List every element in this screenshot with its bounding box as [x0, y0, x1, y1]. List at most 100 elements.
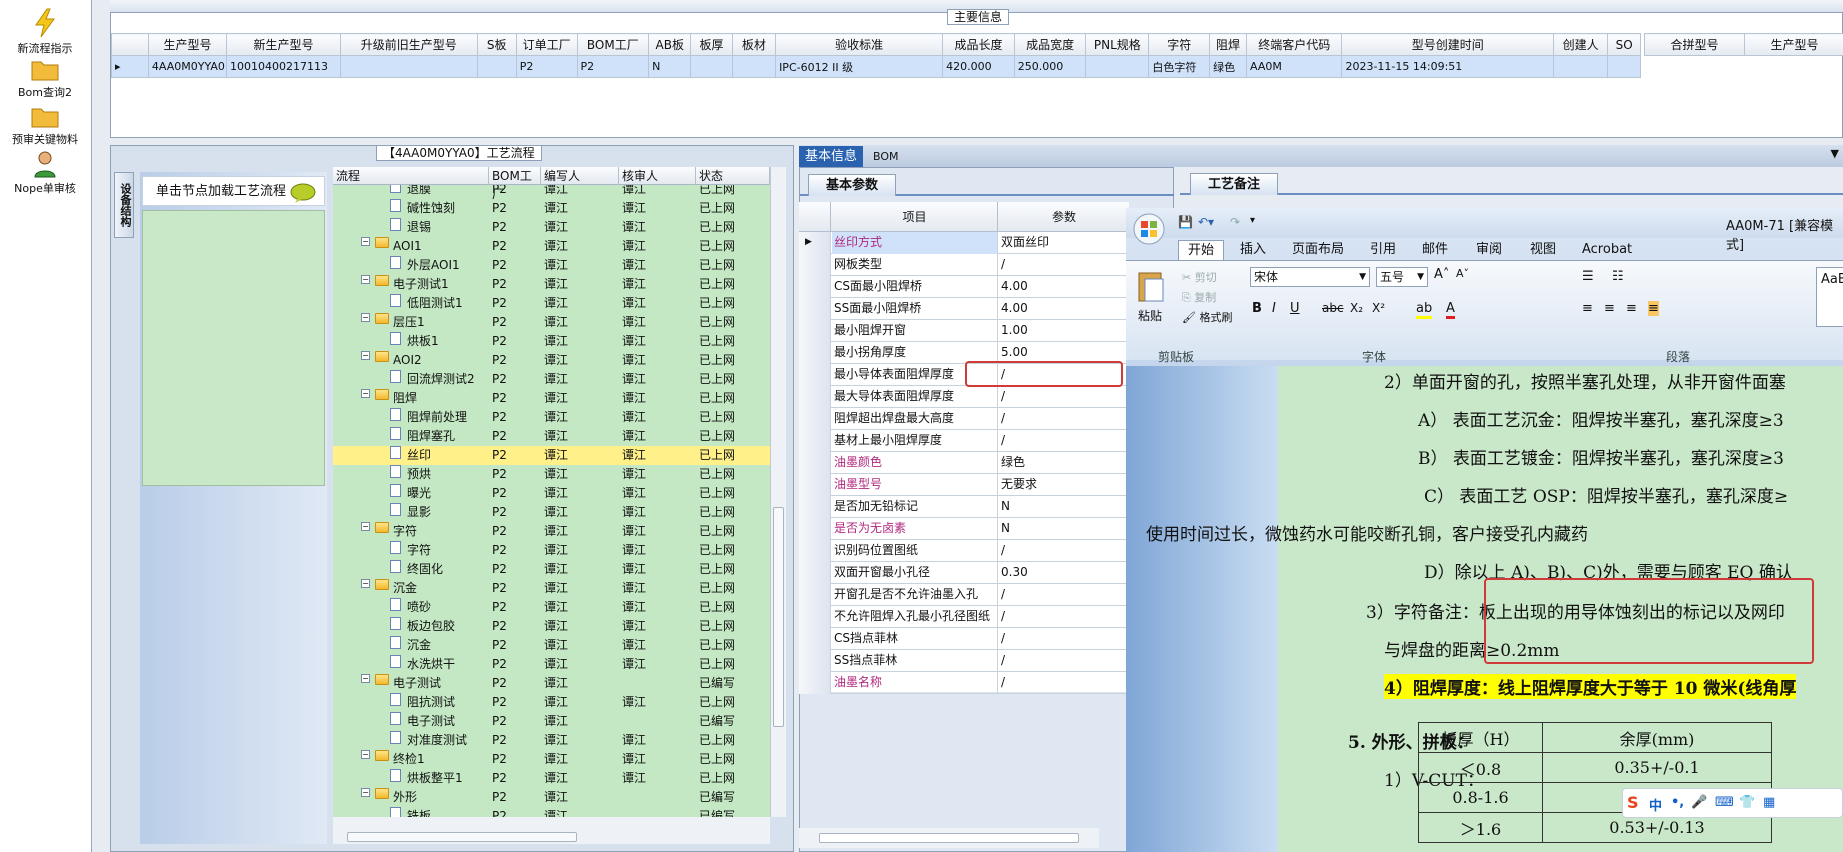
tree-col-header[interactable]: BOM工厂 [489, 167, 541, 201]
tree-row[interactable]: − AOI2 P2 谭江 谭江 已上网 [333, 351, 770, 370]
style-gallery[interactable]: AaB [1816, 267, 1843, 327]
param-value[interactable]: / [999, 254, 1005, 275]
tree-col-header[interactable]: 编写人 [541, 167, 619, 185]
collapse-icon[interactable]: − [361, 313, 370, 322]
toolbox-icon[interactable]: ▦ [1763, 795, 1775, 810]
align-right-icon[interactable]: ≡ [1626, 301, 1637, 316]
office-button-icon[interactable] [1132, 212, 1166, 246]
table-row[interactable]: ▸ 4AA0M0YYA0 10010400217113 P2 P2 N IPC-… [111, 55, 1641, 78]
tree-row[interactable]: 电子测试 P2 谭江 已编写 [333, 712, 770, 731]
param-row[interactable]: 阻焊超出焊盘最大高度 / [799, 408, 1129, 430]
col-header[interactable]: 阻焊 [1209, 33, 1247, 56]
param-row[interactable]: 油墨名称 / [799, 672, 1129, 694]
collapse-icon[interactable]: − [361, 750, 370, 759]
underline-icon[interactable]: U [1290, 301, 1300, 316]
tree-col-header[interactable]: 状态 [696, 167, 770, 185]
cell[interactable]: N [648, 55, 692, 78]
col-header[interactable]: 订单工厂 [515, 33, 578, 56]
col-header[interactable]: 板厚 [690, 33, 733, 56]
col-header[interactable]: 新生产型号 [226, 33, 341, 56]
align-center-icon[interactable]: ≡ [1604, 301, 1615, 316]
strikethrough-icon[interactable]: abc [1322, 301, 1344, 315]
numbering-icon[interactable]: ☷ [1612, 269, 1624, 284]
param-row[interactable]: 是否为无卤素 N [799, 518, 1129, 540]
param-value[interactable]: N [999, 496, 1010, 517]
tree-row[interactable]: 喷砂 P2 谭江 谭江 已上网 [333, 598, 770, 617]
shrink-font-icon[interactable]: A˅ [1456, 267, 1469, 280]
cell[interactable]: 420.000 [942, 55, 1015, 78]
redo-icon[interactable]: ↷ [1230, 215, 1240, 229]
col-header[interactable]: 板材 [731, 33, 777, 56]
col-header[interactable]: 成品宽度 [1013, 33, 1087, 56]
tree-row[interactable]: 退锡 P2 谭江 谭江 已上网 [333, 218, 770, 237]
tree-row[interactable]: − 外形 P2 谭江 已编写 [333, 788, 770, 807]
cut-button[interactable]: ✂ 剪切 [1182, 269, 1217, 285]
tree-row[interactable]: 对准度测试 P2 谭江 谭江 已上网 [333, 731, 770, 750]
col-header[interactable]: 终端客户代码 [1245, 33, 1343, 56]
param-row[interactable]: 网板类型 / [799, 254, 1129, 276]
param-row[interactable]: 开窗孔是否不允许油墨入孔 / [799, 584, 1129, 606]
tree-hscrollbar[interactable] [333, 817, 770, 844]
tab-bom[interactable]: BOM [873, 146, 899, 167]
tree-row[interactable]: 字符 P2 谭江 谭江 已上网 [333, 541, 770, 560]
collapse-icon[interactable]: − [361, 788, 370, 797]
tree-row[interactable]: − 终检1 P2 谭江 谭江 已上网 [333, 750, 770, 769]
cell[interactable]: 4AA0M0YYA0 [147, 55, 228, 78]
load-process-hint[interactable]: 单击节点加载工艺流程 [142, 176, 325, 206]
tab-view[interactable]: 视图 [1530, 240, 1556, 260]
cell[interactable] [1553, 55, 1609, 78]
collapse-icon[interactable]: − [361, 579, 370, 588]
tab-basic-params[interactable]: 基本参数 [808, 174, 896, 196]
font-name-select[interactable]: 宋体 ▼ [1250, 267, 1370, 287]
skin-icon[interactable]: 👕 [1739, 795, 1755, 810]
collapse-icon[interactable]: − [361, 674, 370, 683]
tree-row[interactable]: 回流焊测试2 P2 谭江 谭江 已上网 [333, 370, 770, 389]
ime-mode-label[interactable]: 中 [1649, 795, 1662, 814]
tree-row[interactable]: 烘板整平1 P2 谭江 谭江 已上网 [333, 769, 770, 788]
paste-label[interactable]: 粘贴 [1138, 307, 1162, 324]
param-value[interactable]: 1.00 [999, 320, 1028, 341]
save-icon[interactable]: 💾 [1178, 215, 1193, 229]
tree-row[interactable]: − 阻焊 P2 谭江 谭江 已上网 [333, 389, 770, 408]
tree-row[interactable]: − 沉金 P2 谭江 谭江 已上网 [333, 579, 770, 598]
copy-button[interactable]: ⎘ 复制 [1182, 289, 1216, 305]
param-row[interactable]: 油墨颜色 绿色 [799, 452, 1129, 474]
param-value[interactable]: / [999, 672, 1005, 693]
tab-process-remark[interactable]: 工艺备注 [1190, 173, 1278, 195]
collapse-icon[interactable]: − [361, 522, 370, 531]
tree-row[interactable]: 低阻测试1 P2 谭江 谭江 已上网 [333, 294, 770, 313]
col-header[interactable]: AB板 [648, 33, 692, 56]
tree-row[interactable]: 铣板 P2 谭江 已编写 [333, 807, 770, 817]
italic-icon[interactable]: I [1272, 301, 1276, 316]
param-value[interactable]: / [999, 628, 1005, 649]
col-header[interactable]: 字符 [1148, 33, 1211, 56]
param-row[interactable]: 最大导体表面阻焊厚度 / [799, 386, 1129, 408]
cell[interactable] [339, 55, 478, 78]
quick-access-arrow-icon[interactable]: ▾ [1250, 215, 1255, 226]
collapse-icon[interactable]: − [361, 389, 370, 398]
cell[interactable]: 250.000 [1013, 55, 1087, 78]
tab-equipment-structure[interactable]: 设备结构 [114, 172, 134, 238]
col-header[interactable]: 升级前旧生产型号 [339, 33, 478, 56]
tree-row[interactable]: 显影 P2 谭江 谭江 已上网 [333, 503, 770, 522]
col-header[interactable]: 合拼型号 [1644, 33, 1745, 56]
subscript-icon[interactable]: X₂ [1350, 301, 1363, 315]
col-header[interactable]: BOM工厂 [576, 33, 650, 56]
param-value[interactable]: / [999, 408, 1005, 429]
col-header[interactable]: 型号创建时间 [1341, 33, 1555, 56]
param-row[interactable]: 识别码位置图纸 / [799, 540, 1129, 562]
align-left-icon[interactable]: ≡ [1582, 301, 1593, 316]
bullets-icon[interactable]: ☰ [1582, 269, 1594, 284]
keyboard-icon[interactable]: ⌨ [1715, 795, 1734, 810]
param-value[interactable]: 4.00 [999, 276, 1028, 297]
col-header[interactable]: SO [1607, 33, 1641, 56]
param-row[interactable]: CS面最小阻焊桥 4.00 [799, 276, 1129, 298]
tree-row[interactable]: − 字符 P2 谭江 谭江 已上网 [333, 522, 770, 541]
param-value[interactable]: 无要求 [999, 474, 1037, 495]
cell[interactable]: AA0M [1245, 55, 1343, 78]
col-header[interactable]: S板 [476, 33, 517, 56]
param-value[interactable]: / [999, 540, 1005, 561]
ime-toolbar[interactable]: S 中 •, 🎤 ⌨ 👕 ▦ [1622, 788, 1843, 818]
prereview-material-button[interactable]: 预审关键物料 [0, 103, 90, 147]
tree-row[interactable]: 沉金 P2 谭江 谭江 已上网 [333, 636, 770, 655]
